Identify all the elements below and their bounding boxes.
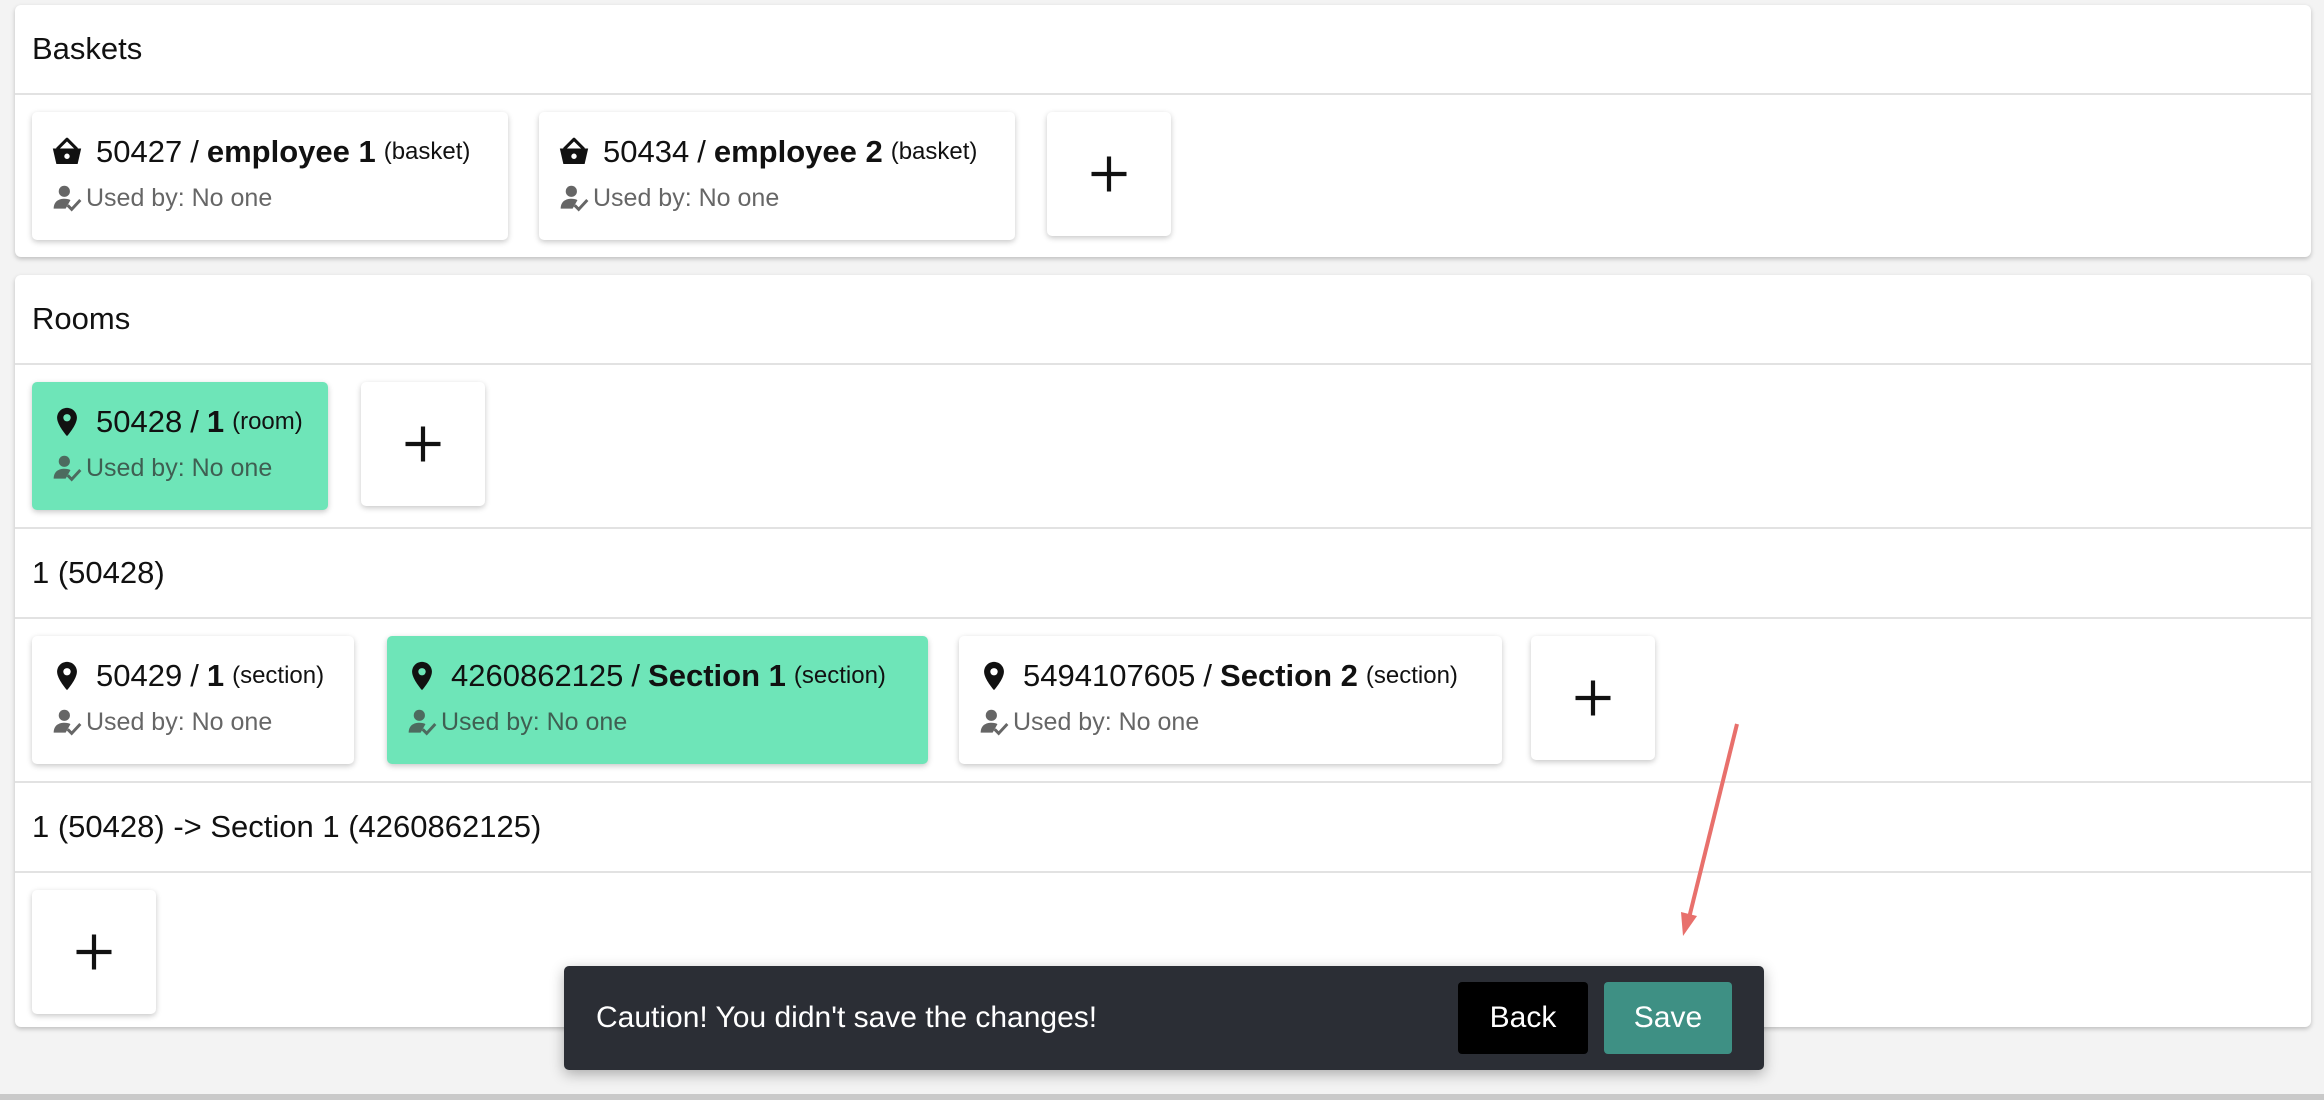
back-button[interactable]: Back [1458,982,1588,1054]
toast-message: Caution! You didn't save the changes! [596,1001,1098,1034]
unsaved-changes-toast: Caution! You didn't save the changes! Ba… [564,966,1764,1070]
horizontal-scrollbar[interactable] [0,1094,2324,1100]
save-button[interactable]: Save [1604,982,1732,1054]
annotation-arrow [1681,723,1739,936]
